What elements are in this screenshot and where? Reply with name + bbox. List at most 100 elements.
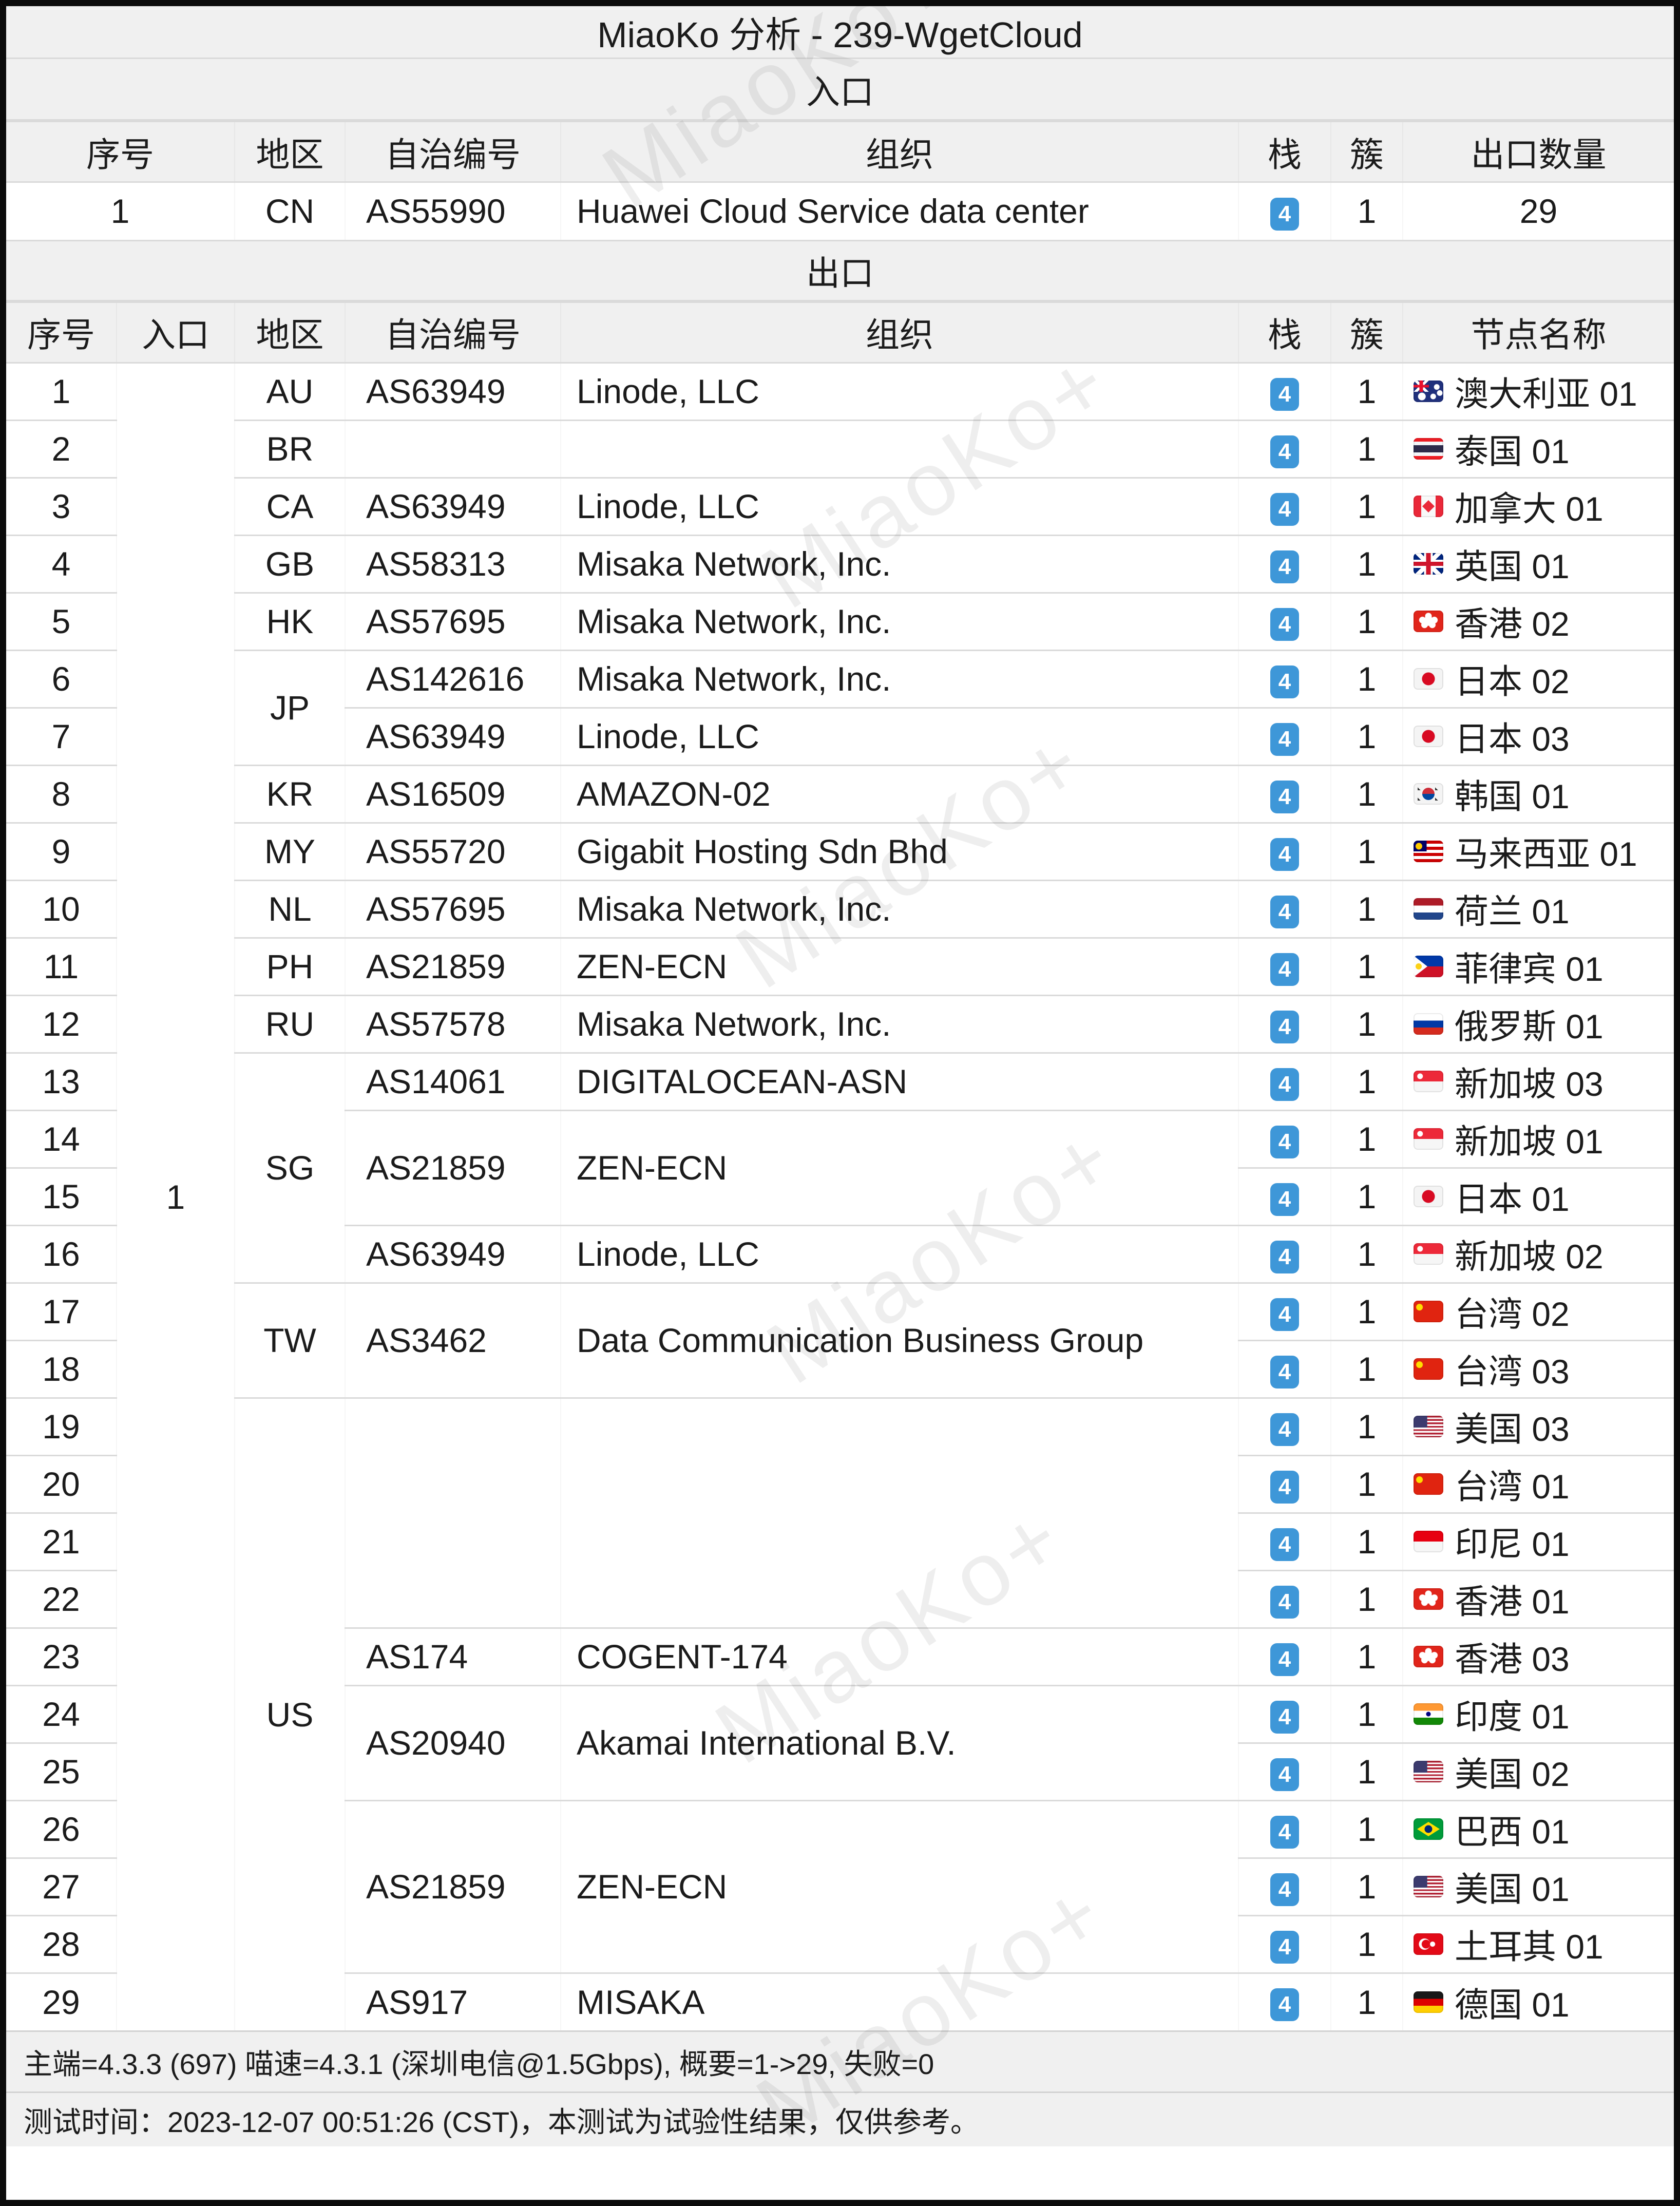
exit-header-row: 序号 入口 地区 自治编号 组织 栈 簇 节点名称 xyxy=(6,301,1674,363)
col-header-asn: 自治编号 xyxy=(345,121,561,182)
exit-row: 4 GB AS58313 Misaka Network, Inc. 4 1 英国 01 xyxy=(6,534,1674,593)
node-cell: 荷兰 01 xyxy=(1403,879,1674,938)
row-index-cell: 13 xyxy=(6,1052,117,1110)
row-index-cell: 5 xyxy=(6,592,117,650)
asn-cell: AS63949 xyxy=(345,707,561,765)
row-index-cell: 14 xyxy=(6,1109,117,1168)
org-cell: Akamai International B.V. xyxy=(561,1684,1238,1800)
org-cell: Gigabit Hosting Sdn Bhd xyxy=(561,822,1238,880)
cluster-cell: 1 xyxy=(1331,1224,1403,1283)
org-cell: AMAZON-02 xyxy=(561,764,1238,823)
row-index-cell: 19 xyxy=(6,1397,117,1455)
exit-row: 10 NL AS57695 Misaka Network, Inc. 4 1 荷兰 01 xyxy=(6,879,1674,938)
stack-cell: 4 xyxy=(1238,477,1331,535)
asn-cell: AS142616 xyxy=(345,649,561,708)
node-name: 新加坡 01 xyxy=(1455,1123,1603,1161)
stack-badge: 4 xyxy=(1270,1240,1299,1273)
node-name: 菲律宾 01 xyxy=(1455,950,1603,988)
node-cell: 香港 03 xyxy=(1403,1627,1674,1685)
org-cell: Linode, LLC xyxy=(561,362,1238,420)
footer-timestamp: 测试时间：2023-12-07 00:51:26 (CST)，本测试为试验性结果… xyxy=(6,2091,1674,2146)
flag-hk-icon xyxy=(1414,611,1443,632)
asn-cell: AS3462 xyxy=(345,1282,561,1398)
row-index-cell: 6 xyxy=(6,649,117,708)
flag-au-icon xyxy=(1414,381,1443,402)
org-cell xyxy=(561,419,1238,478)
node-cell: 香港 02 xyxy=(1403,592,1674,650)
flag-sg-icon xyxy=(1414,1243,1443,1265)
flag-my-icon xyxy=(1414,841,1443,862)
stack-badge: 4 xyxy=(1270,1528,1299,1561)
cluster-cell: 1 xyxy=(1331,1742,1403,1800)
row-index-cell: 17 xyxy=(6,1282,117,1340)
node-cell: 台湾 02 xyxy=(1403,1282,1674,1340)
col-header-asn: 自治编号 xyxy=(345,301,561,363)
node-cell: 新加坡 01 xyxy=(1403,1109,1674,1168)
region-cell: HK xyxy=(235,592,345,650)
row-index-cell: 8 xyxy=(6,764,117,823)
cluster-cell: 1 xyxy=(1331,1627,1403,1685)
node-name: 日本 01 xyxy=(1455,1180,1570,1218)
region-cell: RU xyxy=(235,994,345,1053)
entrance-table: 序号 地区 自治编号 组织 栈 簇 出口数量 1 CN AS55990 Huaw… xyxy=(6,121,1674,240)
row-index-cell: 22 xyxy=(6,1569,117,1628)
node-cell: 新加坡 02 xyxy=(1403,1224,1674,1283)
org-cell: Misaka Network, Inc. xyxy=(561,592,1238,650)
region-cell: TW xyxy=(235,1282,345,1398)
node-cell: 英国 01 xyxy=(1403,534,1674,593)
flag-us-icon xyxy=(1414,1761,1443,1782)
org-cell: MISAKA xyxy=(561,1972,1238,2030)
cluster-cell: 1 xyxy=(1331,879,1403,938)
exit-table: 序号 入口 地区 自治编号 组织 栈 簇 节点名称 1 1 AU AS63949 Lin… xyxy=(6,301,1674,2030)
org-cell: Linode, LLC xyxy=(561,1224,1238,1283)
row-index-cell: 21 xyxy=(6,1512,117,1570)
stack-badge: 4 xyxy=(1270,1183,1299,1216)
col-header-region: 地区 xyxy=(235,121,345,182)
node-name: 英国 01 xyxy=(1455,547,1570,585)
col-header-entrance: 入口 xyxy=(117,301,235,363)
stack-cell: 4 xyxy=(1238,1569,1331,1628)
cluster-cell: 1 xyxy=(1331,1109,1403,1168)
org-cell: Huawei Cloud Service data center xyxy=(561,181,1238,240)
region-cell: GB xyxy=(235,534,345,593)
flag-hk-icon xyxy=(1414,1588,1443,1610)
row-index-cell: 28 xyxy=(6,1914,117,1973)
stack-cell: 4 xyxy=(1238,1282,1331,1340)
entrance-data-row: 1 CN AS55990 Huawei Cloud Service data c… xyxy=(6,181,1674,240)
asn-cell: AS16509 xyxy=(345,764,561,823)
cluster-cell: 1 xyxy=(1331,1512,1403,1570)
region-cell: SG xyxy=(235,1052,345,1283)
stack-cell: 4 xyxy=(1238,1339,1331,1398)
entrance-ref-cell: 1 xyxy=(117,362,235,2030)
region-cell: JP xyxy=(235,649,345,765)
node-name: 荷兰 01 xyxy=(1455,892,1570,930)
node-name: 香港 03 xyxy=(1455,1640,1570,1678)
col-header-org: 组织 xyxy=(561,301,1238,363)
flag-jp-icon xyxy=(1414,726,1443,747)
stack-badge: 4 xyxy=(1270,1010,1299,1043)
cluster-cell: 1 xyxy=(1331,1569,1403,1628)
node-name: 美国 02 xyxy=(1455,1755,1570,1793)
cluster-cell: 1 xyxy=(1331,1972,1403,2030)
node-cell: 泰国 01 xyxy=(1403,419,1674,478)
cluster-cell: 1 xyxy=(1331,534,1403,593)
cluster-cell: 1 xyxy=(1331,181,1403,240)
flag-sg-icon xyxy=(1414,1128,1443,1150)
exit-count-cell: 29 xyxy=(1403,181,1674,240)
asn-cell: AS63949 xyxy=(345,362,561,420)
asn-cell: AS58313 xyxy=(345,534,561,593)
miaoko-report: MiaoKo 分析 - 239-WgetCloud 入口 序号 地区 自治编号 … xyxy=(0,0,1680,2206)
stack-cell: 4 xyxy=(1238,879,1331,938)
region-cell: MY xyxy=(235,822,345,880)
stack-cell: 4 xyxy=(1238,1627,1331,1685)
node-cell: 韩国 01 xyxy=(1403,764,1674,823)
col-header-region: 地区 xyxy=(235,301,345,363)
region-cell: AU xyxy=(235,362,345,420)
stack-badge: 4 xyxy=(1270,1873,1299,1906)
stack-cell: 4 xyxy=(1238,1167,1331,1225)
org-cell: Linode, LLC xyxy=(561,477,1238,535)
node-name: 加拿大 01 xyxy=(1455,490,1603,528)
row-index-cell: 15 xyxy=(6,1167,117,1225)
stack-cell: 4 xyxy=(1238,1684,1331,1743)
node-cell: 印度 01 xyxy=(1403,1684,1674,1743)
